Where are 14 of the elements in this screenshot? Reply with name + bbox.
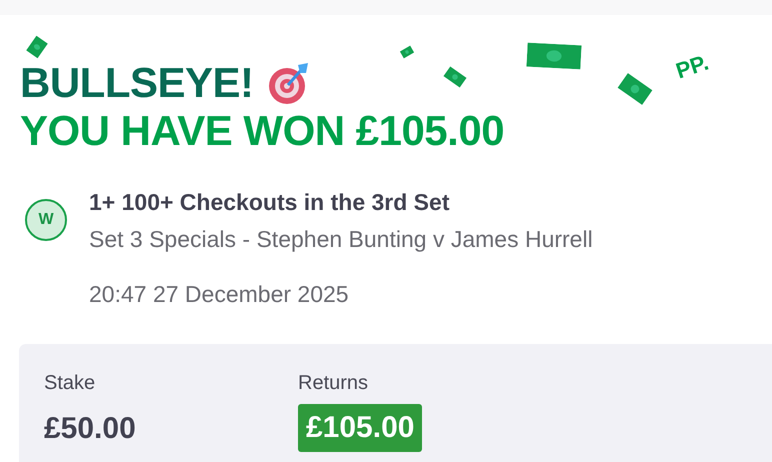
dartboard-icon: [268, 61, 310, 105]
returns-value: £105.00: [298, 404, 422, 452]
selection-title: 1+ 100+ Checkouts in the 3rd Set: [89, 188, 450, 217]
result-badge: W: [25, 199, 67, 241]
market-name: Set 3 Specials - Stephen Bunting v James Hurrell: [89, 225, 593, 254]
bet-date: 20:47 27 December 2025: [89, 280, 350, 309]
returns-label: Returns: [298, 371, 370, 396]
banknote-icon: [526, 42, 582, 70]
banknote-icon: [400, 46, 414, 58]
stake-label: Stake: [44, 371, 96, 396]
stake-value: £50.00: [44, 412, 137, 446]
logo: PP.: [672, 50, 712, 84]
headline: BULLSEYE!: [20, 61, 254, 105]
win-amount-headline: YOU HAVE WON £105.00: [20, 109, 506, 153]
